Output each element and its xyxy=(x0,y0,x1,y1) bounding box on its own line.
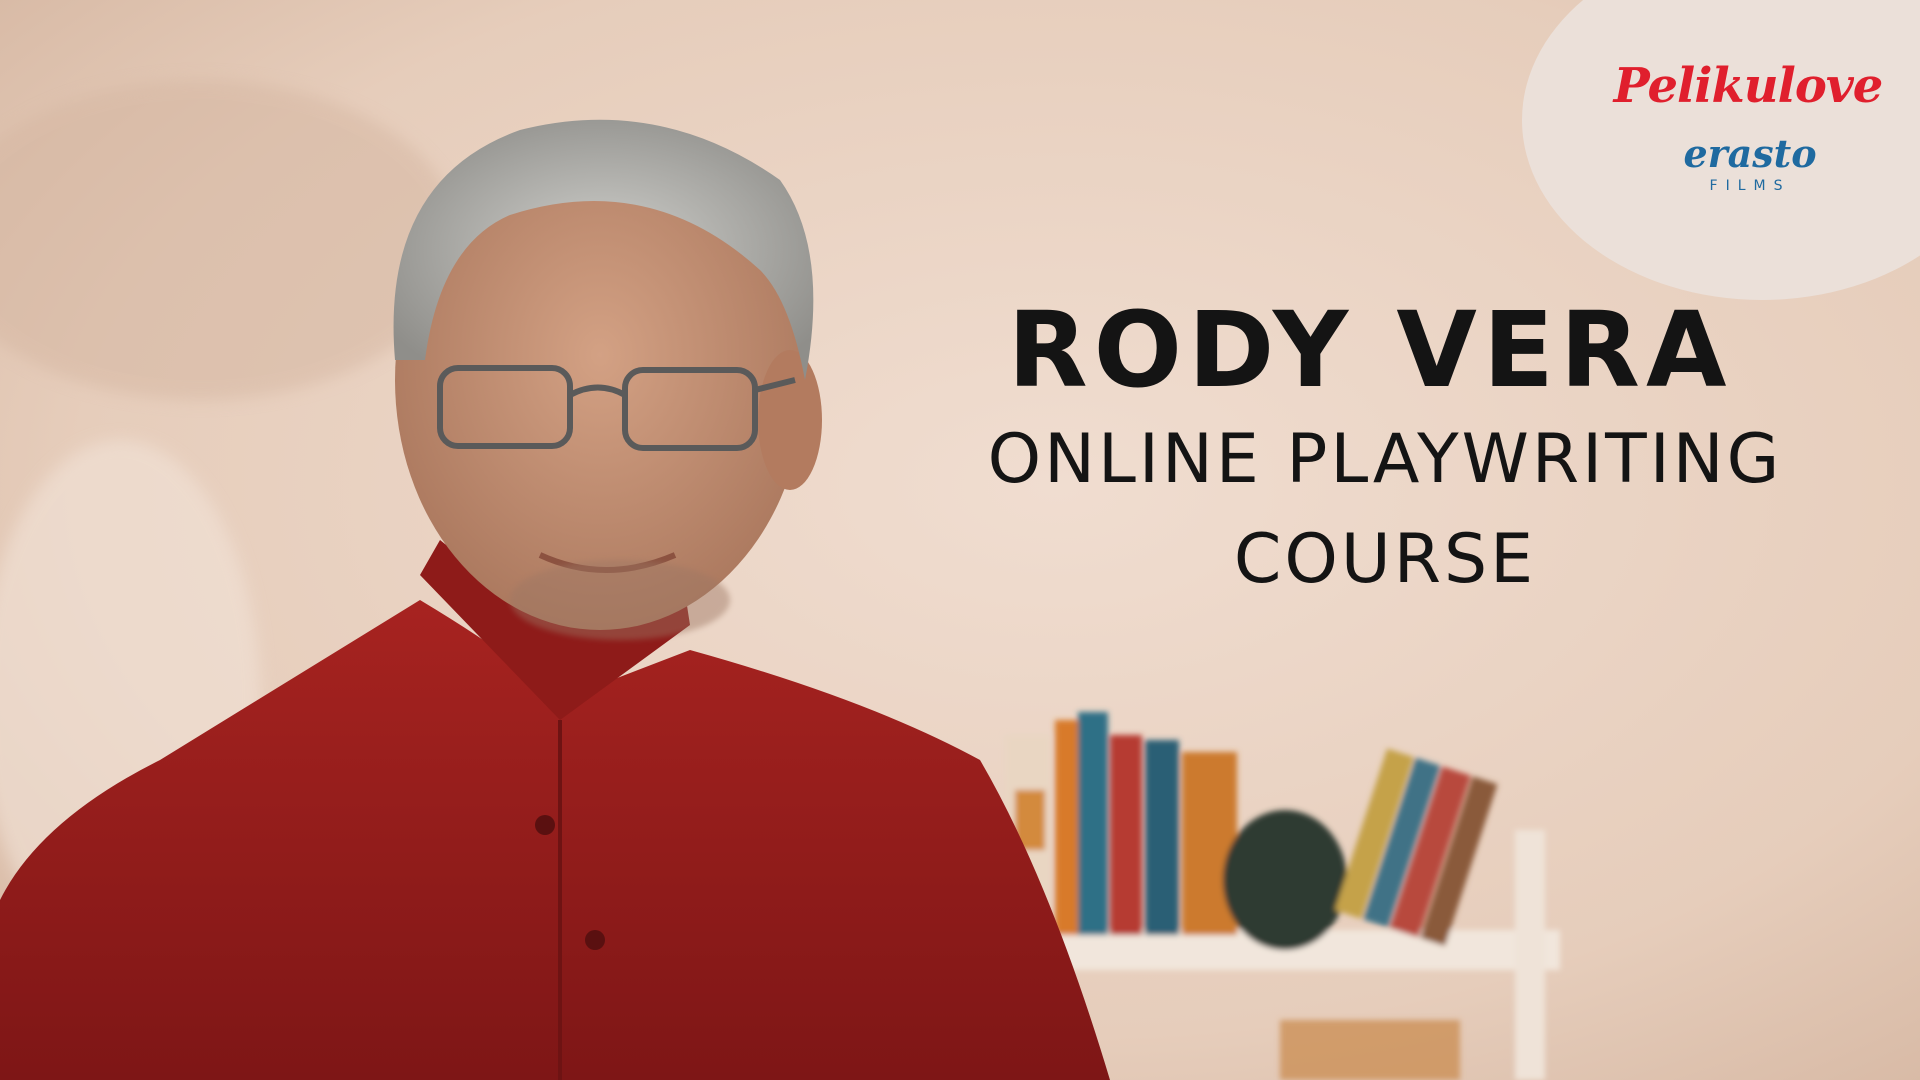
erasto-logo: erasto xyxy=(1683,131,1817,176)
course-title-line-2: COURSE xyxy=(1233,520,1537,599)
course-title-line-1: ONLINE PLAYWRITING xyxy=(987,420,1783,499)
instructor-name: RODY VERA xyxy=(1007,289,1733,411)
course-title: RODY VERA ONLINE PLAYWRITING COURSE xyxy=(860,290,1910,610)
pelikulove-logo: Pelikulove xyxy=(1613,58,1884,114)
erasto-films-label: FILMS xyxy=(1709,178,1791,194)
